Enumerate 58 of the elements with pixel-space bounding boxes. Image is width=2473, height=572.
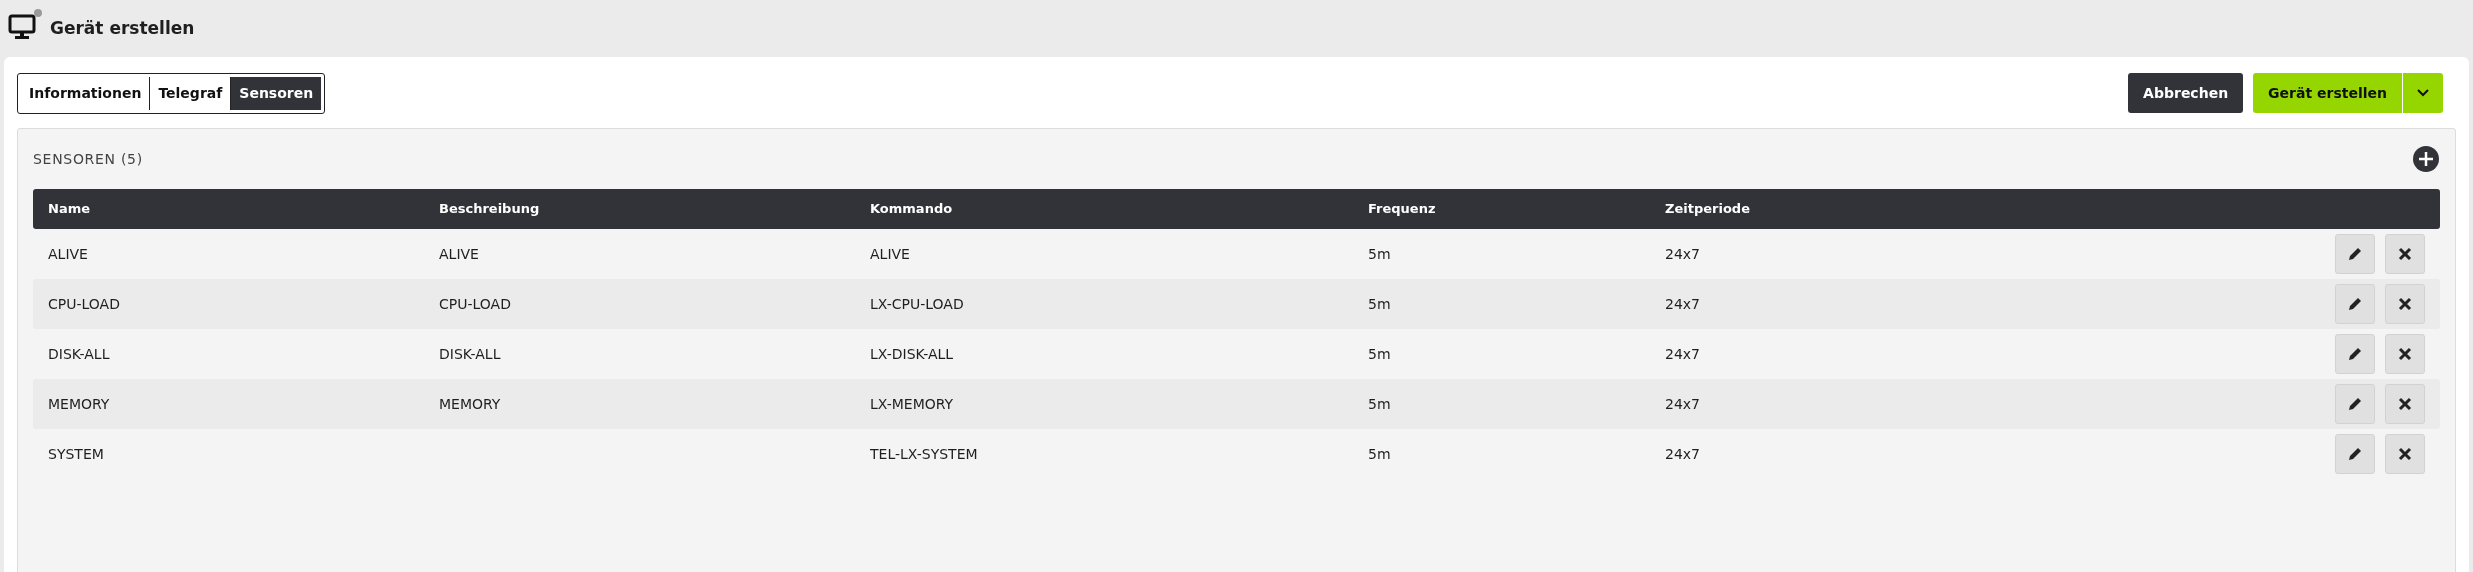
tab[interactable]: Informationen bbox=[21, 77, 150, 110]
edit-button[interactable] bbox=[2335, 234, 2375, 274]
close-icon bbox=[2398, 447, 2412, 461]
close-icon bbox=[2398, 397, 2412, 411]
table-cell-text: 5m bbox=[1368, 394, 1392, 414]
table-cell-text: 24x7 bbox=[1665, 394, 1701, 414]
add-icon[interactable] bbox=[2412, 145, 2440, 173]
section-title: SENSOREN (5) bbox=[33, 149, 143, 169]
table-cell-text: LX-CPU-LOAD bbox=[870, 294, 965, 314]
column-header: Beschreibung bbox=[439, 200, 541, 219]
delete-button[interactable] bbox=[2385, 284, 2425, 324]
pencil-icon bbox=[2347, 246, 2363, 262]
delete-button[interactable] bbox=[2385, 334, 2425, 374]
close-icon bbox=[2398, 297, 2412, 311]
table-cell-text: LX-MEMORY bbox=[870, 394, 955, 414]
table-cell-text: ALIVE bbox=[48, 244, 89, 264]
cancel-button[interactable]: Abbrechen bbox=[2128, 73, 2244, 113]
column-header: Kommando bbox=[870, 200, 954, 219]
pencil-icon bbox=[2347, 296, 2363, 312]
table-cell-text: 24x7 bbox=[1665, 444, 1701, 464]
delete-button[interactable] bbox=[2385, 434, 2425, 474]
tab[interactable]: Telegraf bbox=[150, 77, 231, 110]
table-cell-text: 24x7 bbox=[1665, 244, 1701, 264]
column-header: Zeitperiode bbox=[1665, 200, 1751, 219]
column-header: Frequenz bbox=[1368, 200, 1437, 219]
table-cell-text: CPU-LOAD bbox=[439, 294, 512, 314]
table-cell-text: MEMORY bbox=[439, 394, 502, 414]
table-cell-text: 5m bbox=[1368, 244, 1392, 264]
table-cell-text: ALIVE bbox=[870, 244, 911, 264]
table-cell-text: 5m bbox=[1368, 294, 1392, 314]
table-cell-text: LX-DISK-ALL bbox=[870, 344, 955, 364]
edit-button[interactable] bbox=[2335, 334, 2375, 374]
column-header: Name bbox=[48, 200, 91, 219]
delete-button[interactable] bbox=[2385, 234, 2425, 274]
table-cell-text: 24x7 bbox=[1665, 294, 1701, 314]
caret-icon bbox=[2417, 89, 2429, 97]
pencil-icon bbox=[2347, 446, 2363, 462]
edit-button[interactable] bbox=[2335, 434, 2375, 474]
table-cell-text: DISK-ALL bbox=[48, 344, 111, 364]
pencil-icon bbox=[2347, 346, 2363, 362]
table-cell-text: TEL-LX-SYSTEM bbox=[870, 444, 979, 464]
table-cell-text: 24x7 bbox=[1665, 344, 1701, 364]
table-cell-text: ALIVE bbox=[439, 244, 480, 264]
edit-button[interactable] bbox=[2335, 384, 2375, 424]
pencil-icon bbox=[2347, 396, 2363, 412]
page-title: Gerät erstellen bbox=[50, 16, 195, 40]
close-icon bbox=[2398, 347, 2412, 361]
table-cell-text: CPU-LOAD bbox=[48, 294, 121, 314]
table-cell-text: 5m bbox=[1368, 444, 1392, 464]
delete-button[interactable] bbox=[2385, 384, 2425, 424]
table-cell-text: SYSTEM bbox=[48, 444, 105, 464]
table-cell-text: DISK-ALL bbox=[439, 344, 502, 364]
table-cell-text: 5m bbox=[1368, 344, 1392, 364]
tab[interactable]: Sensoren bbox=[231, 77, 322, 110]
monitor-icon bbox=[8, 7, 42, 42]
edit-button[interactable] bbox=[2335, 284, 2375, 324]
table-cell-text: MEMORY bbox=[48, 394, 111, 414]
close-icon bbox=[2398, 247, 2412, 261]
